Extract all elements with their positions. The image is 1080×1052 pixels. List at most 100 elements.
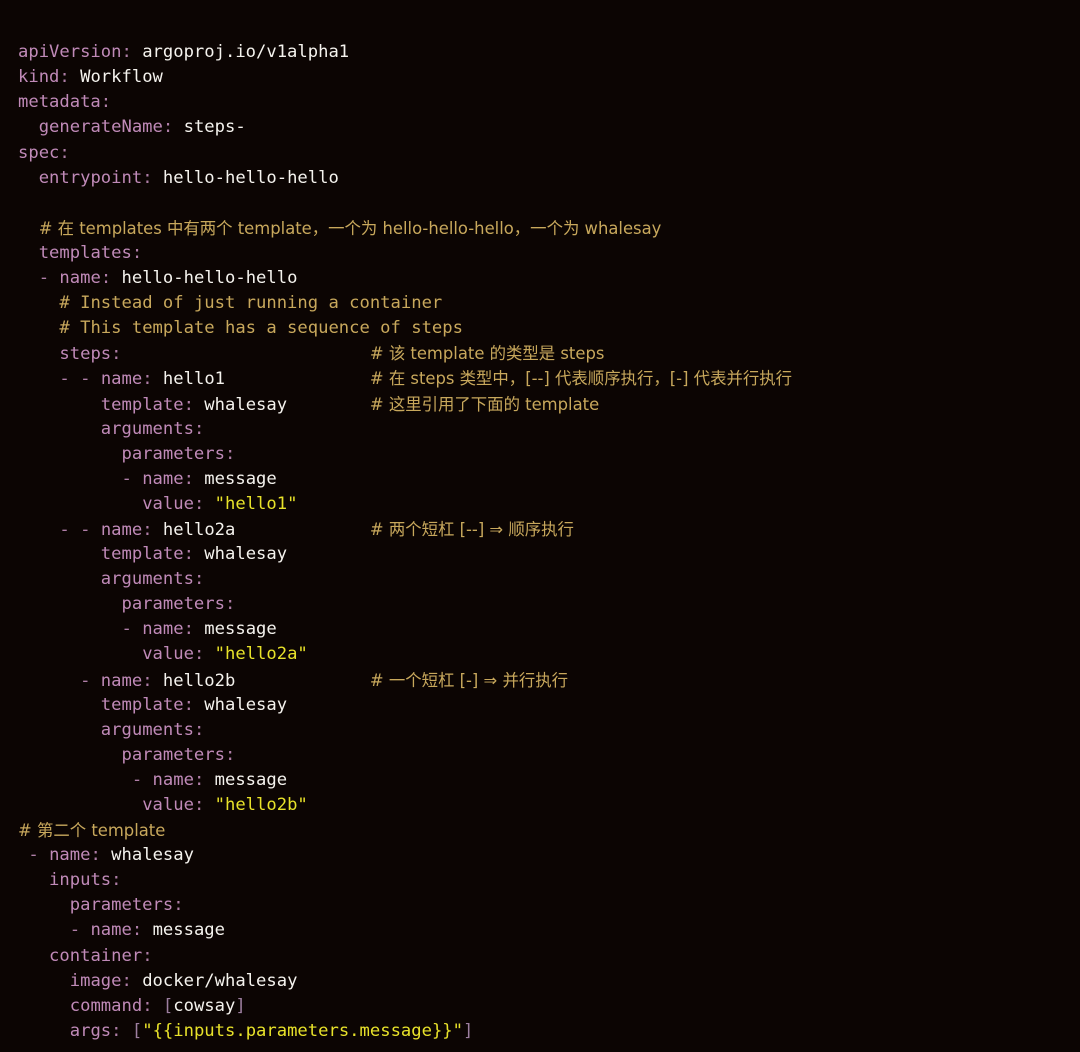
code-line: parameters:	[18, 442, 792, 467]
code-line: template: whalesay # 这里引用了下面的 template	[18, 392, 792, 417]
yaml-key: name	[100, 519, 143, 540]
yaml-val: hello-hello-hello	[121, 268, 298, 289]
yaml-punct: :	[193, 569, 205, 590]
yaml-punct: :	[121, 970, 143, 991]
yaml-punct: :	[193, 418, 205, 439]
yaml-comment: # Instead of just running a container	[59, 293, 443, 314]
yaml-punct: :	[183, 619, 205, 640]
code-line: value: "hello2a"	[18, 642, 792, 667]
yaml-key: templates	[38, 242, 132, 263]
yaml-dash: -	[121, 468, 143, 489]
code-line: value: "hello2b"	[18, 793, 792, 818]
yaml-val: hello-hello-hello	[162, 167, 339, 188]
yaml-inline-comment: # 在 steps 类型中，[--] 代表顺序执行，[-] 代表并行执行	[369, 369, 793, 389]
yaml-val: steps-	[183, 117, 246, 138]
code-line: command: [cowsay]	[18, 994, 792, 1019]
comment-gap	[235, 671, 370, 691]
code-line: parameters:	[18, 592, 792, 617]
code-line: - - name: hello2a # 两个短杠 [--] ⇒ 顺序执行	[18, 517, 792, 542]
code-line: container:	[18, 944, 792, 969]
code-line: # Instead of just running a container	[18, 291, 792, 316]
yaml-punct: :	[224, 443, 236, 464]
yaml-punct: :	[111, 870, 122, 891]
code-line: inputs:	[18, 868, 792, 893]
code-line: metadata:	[18, 90, 792, 115]
yaml-bracket: [	[162, 995, 174, 1016]
code-line: arguments:	[18, 567, 792, 592]
yaml-val: message	[204, 468, 277, 489]
code-line: args: ["{{inputs.parameters.message}}"]	[18, 1019, 792, 1044]
yaml-val: message	[214, 769, 288, 790]
yaml-punct: :	[193, 493, 215, 514]
code-line: steps: # 该 template 的类型是 steps	[18, 341, 792, 366]
yaml-key: name	[100, 369, 143, 390]
code-line: templates:	[18, 241, 792, 266]
code-editor-surface: apiVersion: argoproj.io/v1alpha1 kind: Wo…	[0, 0, 1080, 1052]
yaml-key: arguments	[100, 418, 194, 439]
yaml-comment: # This template has a sequence of steps	[59, 318, 463, 339]
yaml-inline-comment: # 一个短杠 [-] ⇒ 并行执行	[369, 670, 569, 690]
yaml-val: whalesay	[204, 394, 288, 415]
code-line: kind: Workflow	[18, 65, 792, 90]
yaml-punct: :	[224, 744, 236, 765]
yaml-dash: -	[28, 845, 50, 866]
yaml-punct: :	[193, 769, 215, 790]
yaml-key: template	[100, 544, 184, 565]
yaml-punct: :	[142, 167, 163, 188]
yaml-key: parameters	[69, 895, 174, 916]
code-line: # This template has a sequence of steps	[18, 316, 792, 341]
yaml-dash: -	[131, 769, 153, 790]
yaml-key: value	[142, 493, 194, 514]
yaml-key: image	[69, 970, 122, 991]
code-line: # 在 templates 中有两个 template，一个为 hello-he…	[18, 216, 792, 241]
yaml-key: generateName	[38, 117, 163, 138]
yaml-key: name	[100, 670, 143, 691]
yaml-bracket: ]	[235, 995, 246, 1016]
yaml-punct: :	[59, 142, 70, 163]
yaml-key: metadata	[18, 92, 101, 113]
yaml-key: value	[142, 795, 194, 815]
code-line: - name: message	[18, 918, 792, 943]
yaml-punct: :	[193, 644, 215, 665]
yaml-val: message	[152, 920, 225, 941]
yaml-punct: :	[142, 945, 153, 966]
code-line: spec:	[18, 141, 792, 166]
yaml-punct: :	[90, 845, 112, 866]
yaml-punct: :	[142, 670, 163, 691]
code-line: generateName: steps-	[18, 115, 792, 140]
yaml-comment: # 在 templates 中有两个 template，一个为 hello-he…	[38, 218, 662, 238]
yaml-key: spec	[18, 142, 60, 163]
code-line: - name: hello-hello-hello	[18, 266, 792, 291]
code-line: - name: whalesay	[18, 843, 792, 868]
yaml-key: value	[142, 644, 194, 665]
yaml-val: whalesay	[204, 694, 288, 715]
yaml-punct: :	[183, 468, 205, 489]
yaml-inline-comment: # 两个短杠 [--] ⇒ 顺序执行	[369, 519, 574, 539]
yaml-val: whalesay	[111, 845, 194, 866]
yaml-punct: :	[131, 242, 143, 263]
yaml-punct: :	[111, 1020, 132, 1041]
yaml-key: steps	[59, 344, 112, 365]
yaml-punct: :	[193, 719, 205, 740]
yaml-val: docker/whalesay	[142, 970, 298, 991]
yaml-key: name	[152, 769, 194, 790]
